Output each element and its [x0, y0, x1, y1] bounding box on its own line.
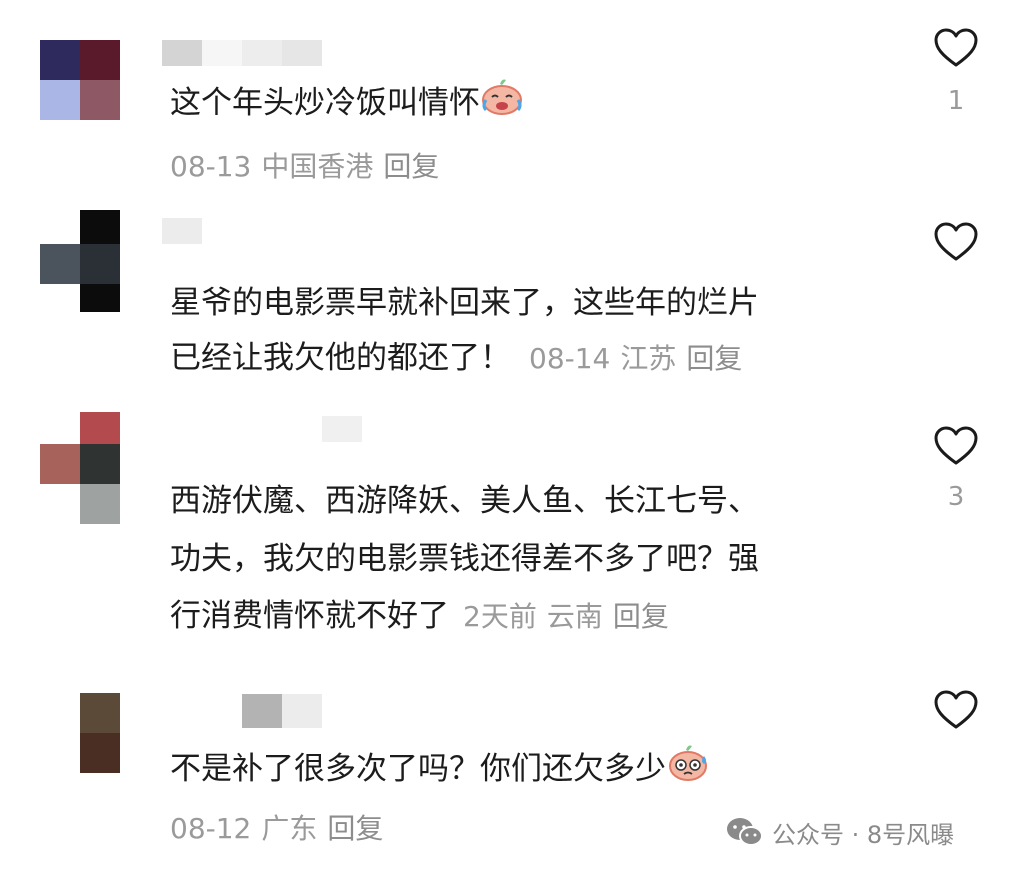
- avatar[interactable]: [40, 412, 120, 524]
- watermark: 公众号 · 8号风曝: [726, 814, 954, 850]
- comment-text-line: 行消费情怀就不好了 2天前 云南 回复: [170, 598, 669, 634]
- avatar[interactable]: [40, 210, 120, 312]
- comment-text-line: 西游伏魔、西游降妖、美人鱼、长江七号、: [170, 483, 759, 519]
- avatar[interactable]: [40, 40, 120, 120]
- heart-icon[interactable]: [934, 426, 978, 466]
- like-count: 1: [947, 86, 965, 116]
- reply-button[interactable]: 回复: [327, 812, 383, 845]
- comment-text: 不是补了很多次了吗？你们还欠多少: [170, 742, 710, 799]
- reply-button[interactable]: 回复: [613, 600, 669, 633]
- like-count: 3: [947, 482, 965, 512]
- watermark-text: 公众号 · 8号风曝: [772, 820, 955, 849]
- username-blurred[interactable]: [242, 694, 322, 728]
- avatar[interactable]: [80, 693, 120, 773]
- reply-button[interactable]: 回复: [686, 342, 742, 375]
- comment-meta: 08-12 广东 回复: [170, 812, 384, 845]
- comment-text: 这个年头炒冷饭叫情怀: [170, 76, 524, 133]
- comment-text-line: 功夫，我欠的电影票钱还得差不多了吧？强: [170, 541, 759, 577]
- comment-meta: 2天前 云南 回复: [463, 600, 669, 633]
- heart-icon[interactable]: [934, 222, 978, 262]
- username-blurred[interactable]: [322, 416, 362, 442]
- heart-icon[interactable]: [934, 690, 978, 730]
- heart-icon[interactable]: [934, 28, 978, 68]
- comment-meta: 08-13 中国香港 回复: [170, 150, 440, 183]
- comment-text-line: 已经让我欠他的都还了！ 08-14 江苏 回复: [170, 340, 743, 376]
- reply-button[interactable]: 回复: [383, 150, 439, 183]
- username-blurred[interactable]: [162, 40, 322, 66]
- comment-meta: 08-14 江苏 回复: [529, 342, 743, 375]
- laughing-crying-emoji: [480, 76, 524, 133]
- wechat-icon: [727, 818, 763, 846]
- comment-text-line: 星爷的电影票早就补回来了，这些年的烂片: [170, 285, 759, 321]
- username-blurred[interactable]: [162, 218, 202, 244]
- sweating-emoji: [666, 742, 710, 799]
